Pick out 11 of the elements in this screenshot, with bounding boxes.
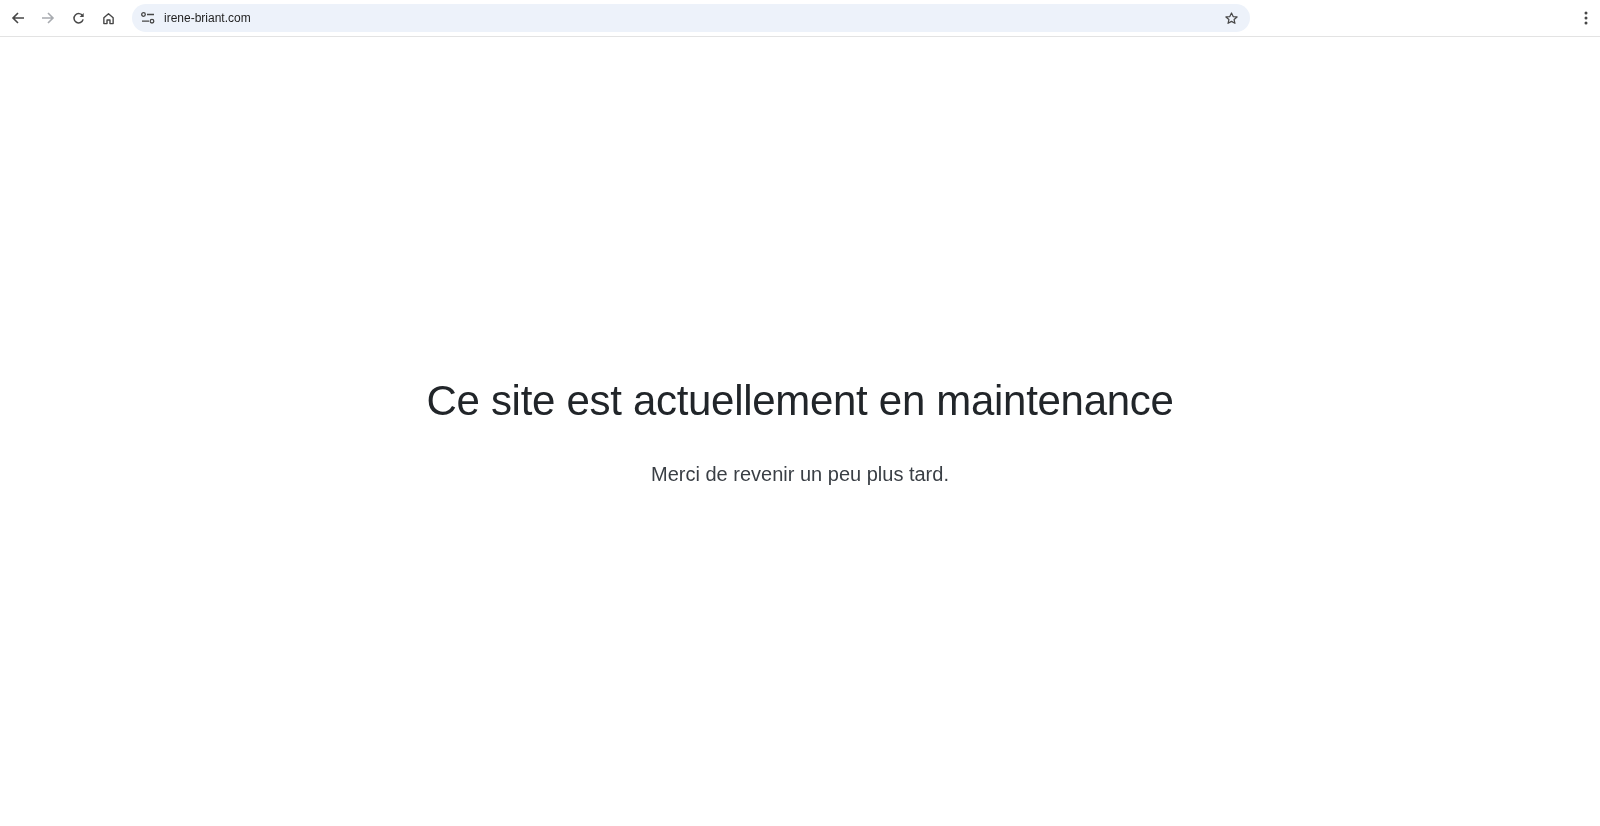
menu-dots-icon: [1584, 11, 1588, 25]
back-arrow-icon: [11, 11, 25, 25]
maintenance-message: Merci de revenir un peu plus tard.: [651, 463, 949, 486]
star-icon: [1224, 11, 1238, 25]
address-bar[interactable]: irene-briant.com: [132, 4, 1250, 32]
site-settings-icon: [141, 12, 155, 24]
home-icon: [101, 11, 115, 25]
url-text: irene-briant.com: [164, 11, 252, 25]
reload-icon: [71, 11, 85, 25]
forward-arrow-icon: [41, 11, 55, 25]
page-heading: Ce site est actuellement en maintenance: [426, 377, 1174, 425]
